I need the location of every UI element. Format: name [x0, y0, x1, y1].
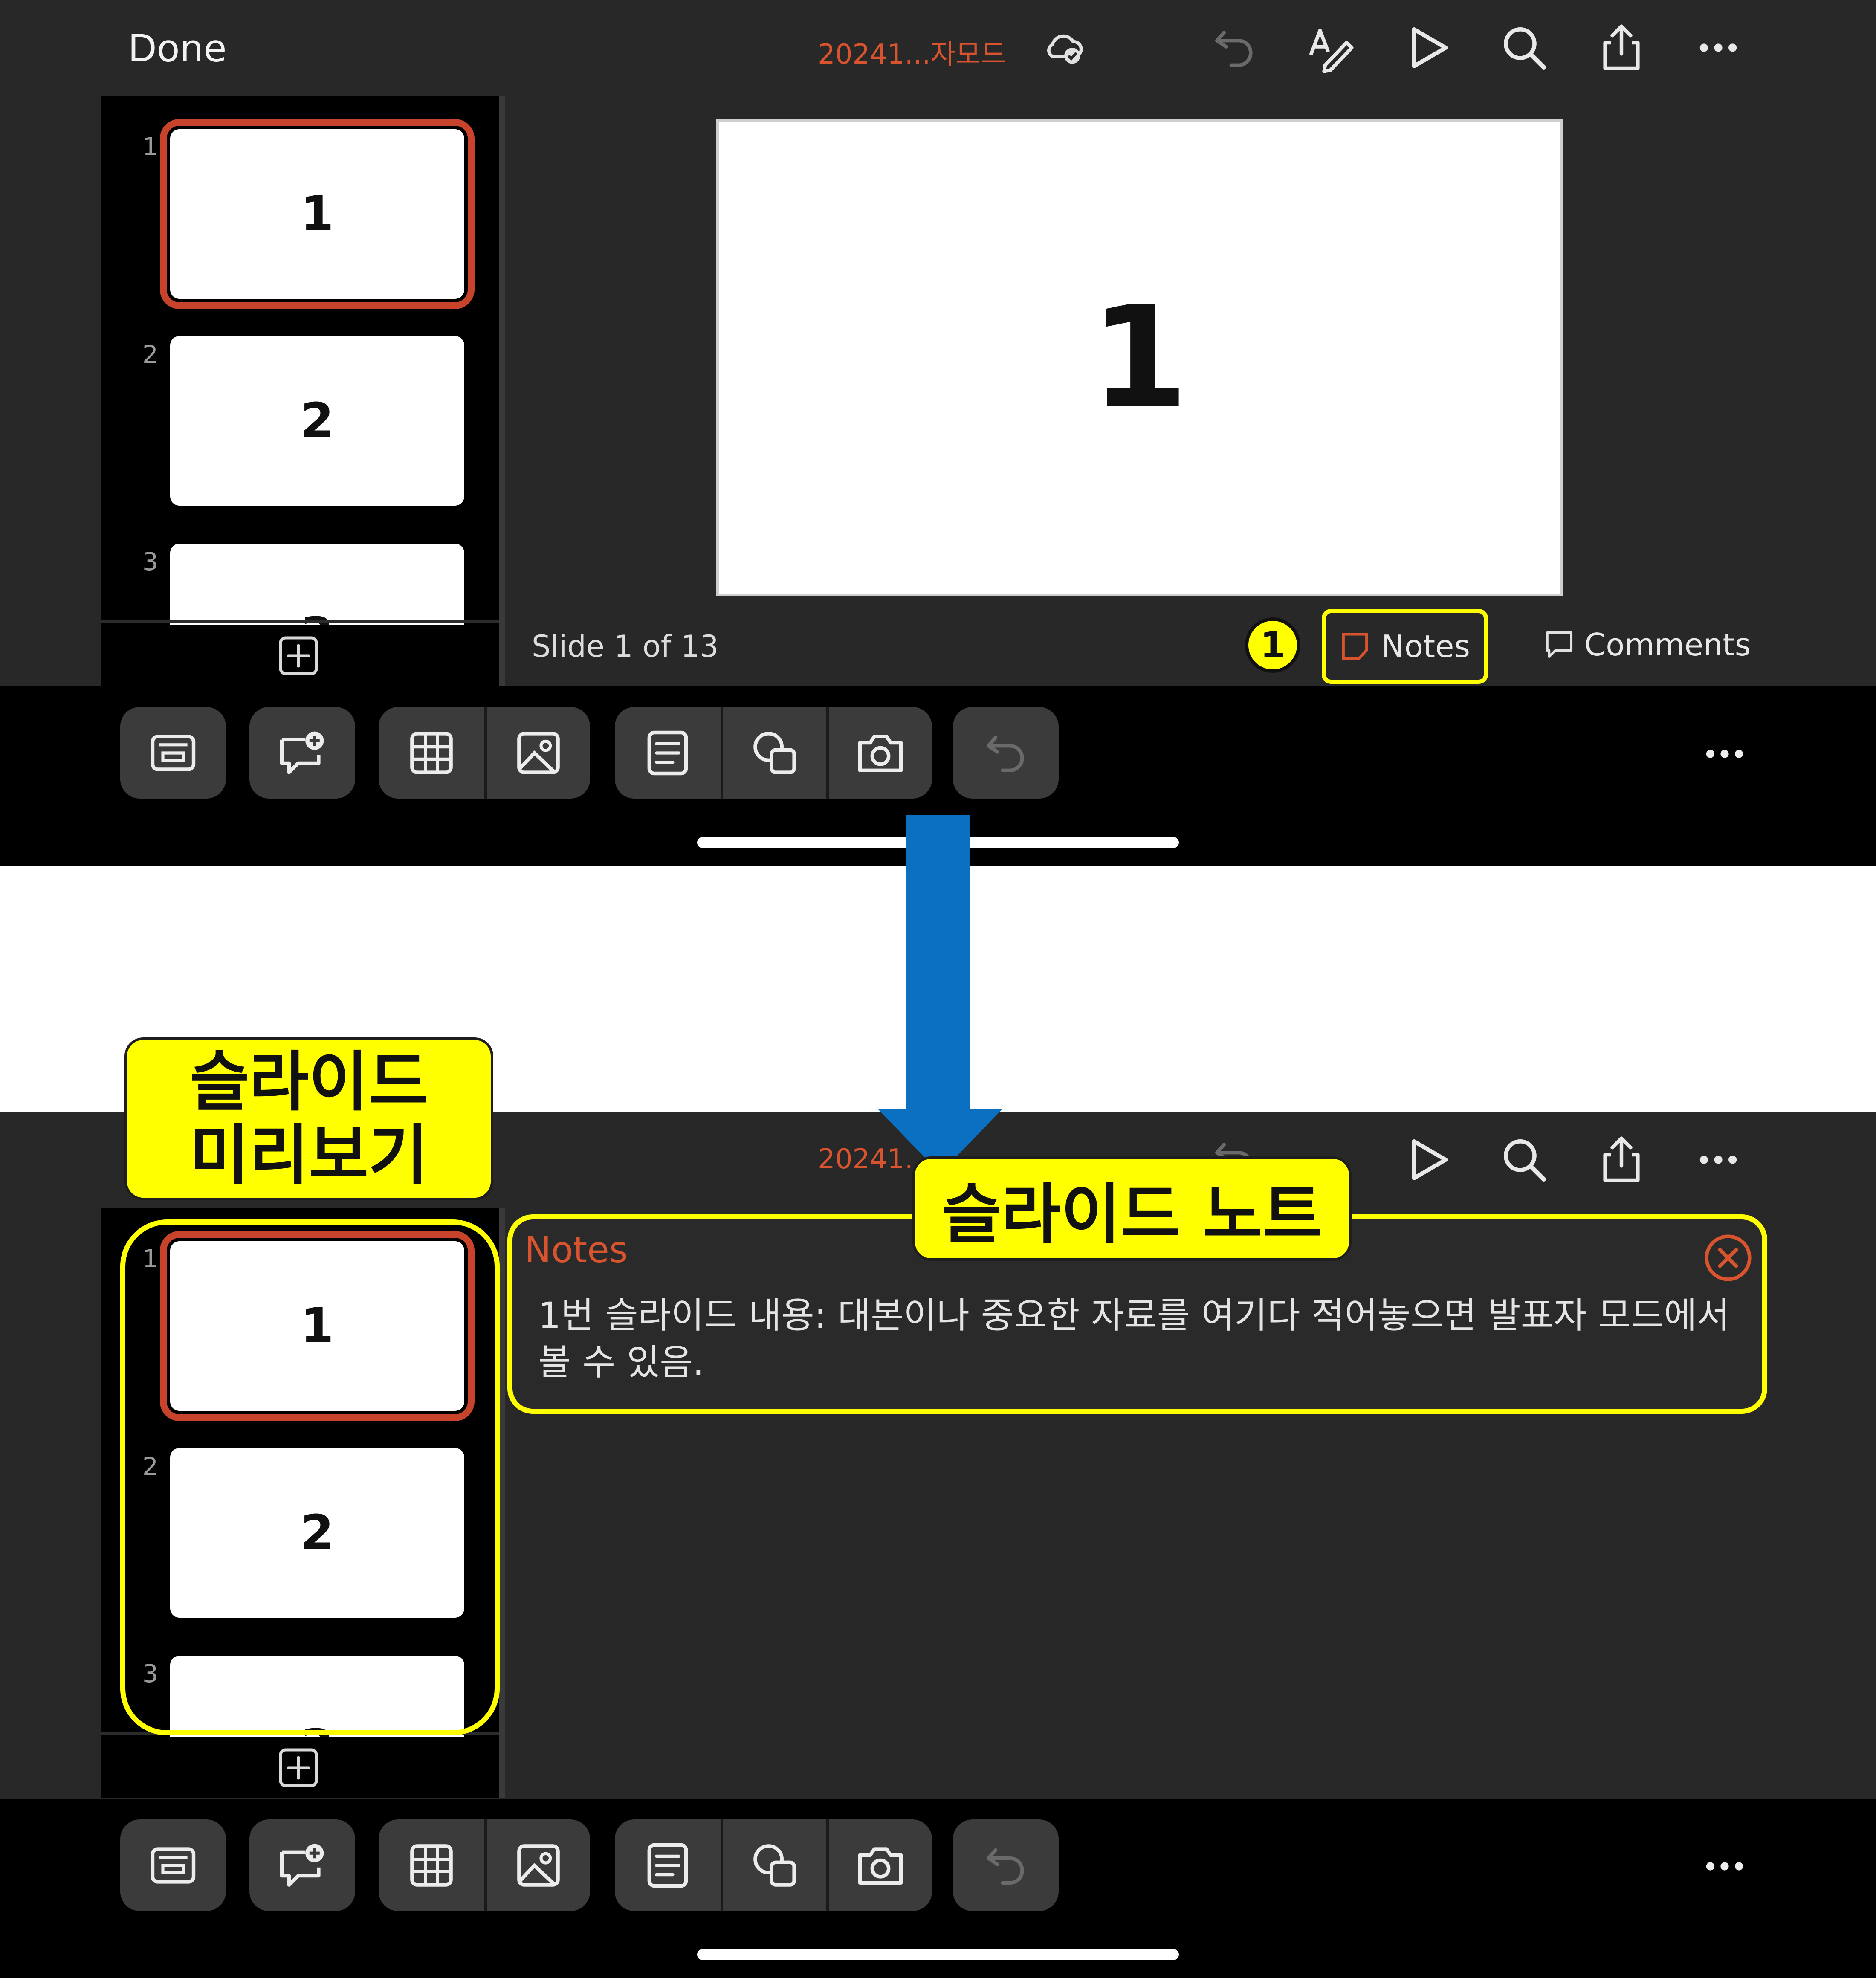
share-icon[interactable] — [1596, 22, 1647, 73]
shapes-icon[interactable] — [721, 1819, 826, 1911]
slide-thumbnail-2[interactable]: 2 — [170, 336, 464, 506]
bottom-toolbar — [0, 1799, 1876, 1978]
tool-group — [953, 707, 1059, 799]
slide-indicator: Slide 1 of 13 — [532, 629, 719, 664]
cloud-sync-icon[interactable] — [1040, 24, 1087, 71]
step-badge: 1 — [1245, 617, 1300, 673]
search-icon[interactable] — [1499, 22, 1550, 73]
play-icon[interactable] — [1403, 22, 1454, 73]
slide-thumbnail-1[interactable]: 1 — [160, 119, 475, 309]
table-icon[interactable] — [379, 707, 484, 799]
comments-label: Comments — [1584, 627, 1751, 663]
done-button[interactable]: Done — [128, 26, 227, 70]
play-icon[interactable] — [1403, 1134, 1454, 1185]
new-comment-icon[interactable] — [249, 1819, 355, 1911]
share-icon[interactable] — [1596, 1134, 1647, 1185]
panel-divider — [499, 96, 505, 686]
slide-number: 1 — [142, 132, 158, 161]
more-icon[interactable] — [1693, 22, 1744, 73]
more-icon[interactable] — [1699, 733, 1750, 776]
notes-button[interactable]: Notes — [1322, 609, 1488, 684]
search-icon[interactable] — [1499, 1134, 1550, 1185]
undo-icon[interactable] — [1209, 22, 1260, 73]
text-icon[interactable] — [615, 1819, 721, 1911]
top-app-bar: Done 20241...자모드 — [0, 0, 1876, 96]
slide-notes-callout: 슬라이드 노트 — [912, 1156, 1352, 1261]
comment-icon — [1546, 631, 1573, 658]
panel-divider — [499, 1208, 505, 1798]
tool-group — [120, 707, 226, 799]
layout-icon[interactable] — [120, 707, 226, 799]
thumbnail-label: 2 — [301, 393, 334, 449]
picture-icon[interactable] — [484, 707, 590, 799]
slide-thumbnail-panel: 1 1 2 2 3 3 — [101, 96, 499, 686]
home-indicator[interactable] — [697, 1949, 1179, 1960]
notes-label: Notes — [1381, 628, 1470, 664]
slide-thumbnail-3[interactable]: 3 — [170, 544, 464, 625]
slide-canvas[interactable]: 1 — [716, 119, 1563, 596]
picture-icon[interactable] — [484, 1819, 590, 1911]
more-icon[interactable] — [1693, 1134, 1744, 1185]
redo-icon[interactable] — [953, 1819, 1059, 1911]
callout-line: 슬라이드 — [189, 1044, 428, 1120]
callout-line: 미리보기 — [189, 1118, 428, 1193]
note-icon — [1342, 632, 1368, 660]
down-arrow-icon — [878, 815, 1002, 1173]
tool-group — [249, 1819, 355, 1911]
document-title[interactable]: 20241...자모드 — [818, 32, 1006, 72]
tool-group — [249, 707, 355, 799]
tool-group — [379, 1819, 590, 1911]
text-icon[interactable] — [615, 707, 721, 799]
draw-icon[interactable] — [1305, 22, 1356, 73]
shapes-icon[interactable] — [721, 707, 826, 799]
thumbnail-label: 1 — [301, 186, 334, 242]
more-icon[interactable] — [1699, 1846, 1750, 1888]
close-icon[interactable] — [1702, 1232, 1754, 1283]
add-slide-icon[interactable] — [277, 1746, 320, 1789]
camera-icon[interactable] — [826, 1819, 932, 1911]
slide-preview-callout: 슬라이드 미리보기 — [124, 1037, 493, 1200]
tool-group — [120, 1819, 226, 1911]
table-icon[interactable] — [379, 1819, 484, 1911]
callout-text: 슬라이드 노트 — [942, 1176, 1322, 1252]
top-screenshot: Done 20241...자모드 1 1 2 2 3 3 — [0, 0, 1876, 866]
comments-button[interactable]: Comments — [1543, 627, 1751, 663]
notes-text-field[interactable]: 1번 슬라이드 내용: 대본이나 중요한 자료를 여기다 적어놓으면 발표자 모… — [538, 1292, 1745, 1386]
divider — [101, 620, 499, 623]
camera-icon[interactable] — [826, 707, 932, 799]
add-slide-icon[interactable] — [277, 634, 320, 677]
redo-icon[interactable] — [953, 707, 1059, 799]
new-comment-icon[interactable] — [249, 707, 355, 799]
tool-group — [615, 707, 932, 799]
slide-number: 2 — [142, 340, 158, 369]
slide-preview-highlight — [120, 1219, 500, 1735]
notes-heading: Notes — [524, 1229, 628, 1271]
slide-content-number: 1 — [1090, 276, 1189, 440]
tool-group — [379, 707, 590, 799]
slide-number: 3 — [142, 547, 158, 576]
tool-group — [953, 1819, 1059, 1911]
tool-group — [615, 1819, 932, 1911]
layout-icon[interactable] — [120, 1819, 226, 1911]
